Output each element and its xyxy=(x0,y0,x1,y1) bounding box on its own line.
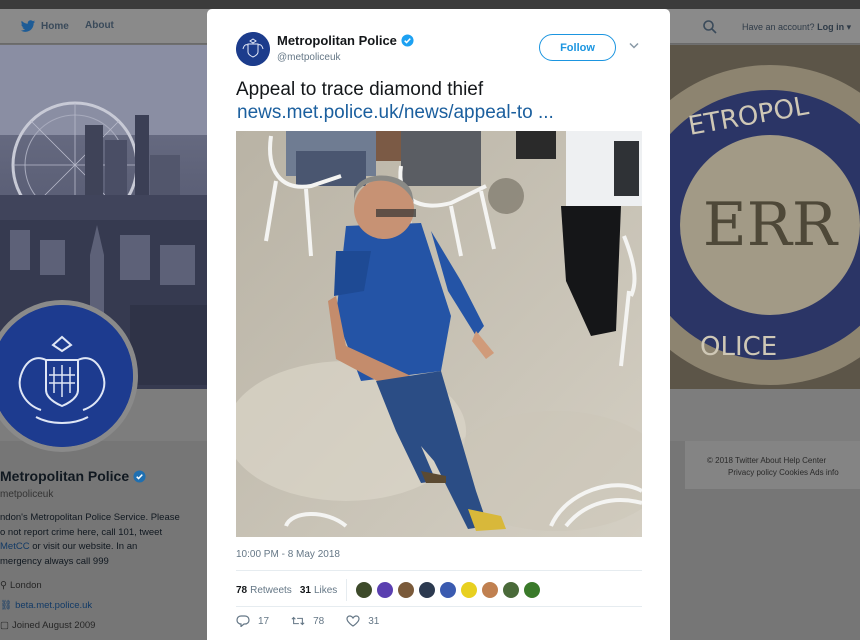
tweet-photo[interactable] xyxy=(236,131,642,537)
reply-action[interactable]: 17 xyxy=(236,615,269,627)
profile-handle[interactable]: metpoliceuk xyxy=(0,489,53,500)
liker-avatar[interactable] xyxy=(523,581,542,599)
tweet-author-avatar[interactable] xyxy=(236,32,270,66)
stats-separator xyxy=(346,579,348,601)
retweet-action[interactable]: 78 xyxy=(291,615,324,627)
footer-line-1[interactable]: © 2018 Twitter About Help Center xyxy=(707,456,826,465)
location-pin-icon: ⚲ xyxy=(0,580,7,591)
account-prefix: Have an account? xyxy=(742,22,815,32)
retweets-stat[interactable]: 78 Retweets xyxy=(236,585,292,596)
retweets-count: 78 xyxy=(236,584,248,596)
svg-text:OLICE: OLICE xyxy=(700,332,777,362)
twitter-bird-icon xyxy=(20,20,36,32)
svg-text:ERR: ERR xyxy=(703,190,839,260)
tweet-text: Appeal to trace diamond thief xyxy=(236,79,484,100)
liker-avatar[interactable] xyxy=(397,581,416,599)
liker-avatar[interactable] xyxy=(481,581,500,599)
tweet-author-handle[interactable]: @metpoliceuk xyxy=(277,52,341,63)
profile-handle-text: metpoliceuk xyxy=(0,489,54,500)
likes-count: 31 xyxy=(299,584,311,596)
tweet-actions: 17 78 31 xyxy=(236,615,379,627)
reply-count: 17 xyxy=(258,615,270,627)
chevron-down-icon[interactable] xyxy=(629,42,639,50)
police-crest-icon xyxy=(236,32,270,66)
profile-joined-text: Joined August 2009 xyxy=(11,620,96,631)
tweet-permalink-modal: Metropolitan Police @metpoliceuk Follow … xyxy=(207,9,670,640)
nav-about[interactable]: About xyxy=(85,20,114,31)
divider-bottom xyxy=(236,606,642,607)
police-crest-icon xyxy=(0,305,133,447)
bio-metcc-link[interactable]: MetCC xyxy=(0,541,30,552)
liker-avatar[interactable] xyxy=(418,581,437,599)
browser-top-strip xyxy=(0,0,860,9)
login-caret-icon[interactable]: ▾ xyxy=(847,22,852,32)
profile-joined: ▢ Joined August 2009 xyxy=(0,620,95,631)
profile-name[interactable]: Metropolitan Police xyxy=(0,468,146,484)
profile-bio: ndon's Metropolitan Police Service. Plea… xyxy=(0,511,200,569)
liker-avatar[interactable] xyxy=(439,581,458,599)
profile-location-text: London xyxy=(9,580,42,591)
heart-icon xyxy=(346,615,360,627)
tweet-stats: 78 Retweets 31 Likes xyxy=(236,579,542,601)
account-prompt: Have an account? Log in ▾ xyxy=(742,22,851,33)
liker-avatar[interactable] xyxy=(460,581,479,599)
retweets-label: Retweets xyxy=(250,584,292,596)
reply-icon xyxy=(236,615,250,627)
verified-badge-icon xyxy=(133,469,146,483)
tweet-link[interactable]: news.met.police.uk/news/appeal-to ... xyxy=(237,101,554,124)
follow-button[interactable]: Follow xyxy=(539,34,616,61)
banner-police-badge: ERR ETROPOL OLICE xyxy=(670,45,860,389)
search-icon[interactable] xyxy=(702,19,718,35)
calendar-icon: ▢ xyxy=(0,620,9,631)
bio-line-3-rest: or visit our website. In an xyxy=(29,541,138,552)
bio-line-4: mergency always call 999 xyxy=(0,555,109,567)
tweet-author-name-text: Metropolitan Police xyxy=(277,33,397,48)
likes-label: Likes xyxy=(313,584,338,596)
divider-top xyxy=(236,570,642,571)
nav-home[interactable]: Home xyxy=(20,20,69,33)
profile-name-text: Metropolitan Police xyxy=(0,468,130,484)
tweet-author-name[interactable]: Metropolitan Police xyxy=(277,33,414,48)
cctv-photo-image xyxy=(236,131,642,537)
link-icon: ⛓ xyxy=(0,600,13,611)
bio-line-3: MetCC or visit our website. In an xyxy=(0,540,200,555)
nav-home-label: Home xyxy=(41,21,69,32)
like-action[interactable]: 31 xyxy=(346,615,379,627)
bio-line-2: o not report crime here, call 101, tweet xyxy=(0,526,163,538)
tweet-timestamp[interactable]: 10:00 PM - 8 May 2018 xyxy=(236,549,340,560)
liker-avatar[interactable] xyxy=(355,581,374,599)
bio-line-1: ndon's Metropolitan Police Service. Plea… xyxy=(0,512,180,523)
liker-avatar[interactable] xyxy=(376,581,395,599)
profile-website-text: beta.met.police.uk xyxy=(15,600,93,611)
retweet-count: 78 xyxy=(313,615,325,627)
verified-badge-icon xyxy=(401,34,414,47)
profile-location: ⚲ London xyxy=(0,580,42,591)
login-link[interactable]: Log in xyxy=(817,22,844,32)
nav-about-label: About xyxy=(85,20,114,31)
profile-website[interactable]: ⛓ beta.met.police.uk xyxy=(0,600,92,611)
retweet-icon xyxy=(291,616,305,626)
footer-line-2[interactable]: Privacy policy Cookies Ads info xyxy=(728,468,839,477)
footer-box xyxy=(685,441,860,489)
liker-avatar[interactable] xyxy=(502,581,521,599)
like-count: 31 xyxy=(368,615,380,627)
likes-stat[interactable]: 31 Likes xyxy=(300,585,337,596)
liker-avatars xyxy=(355,581,542,599)
